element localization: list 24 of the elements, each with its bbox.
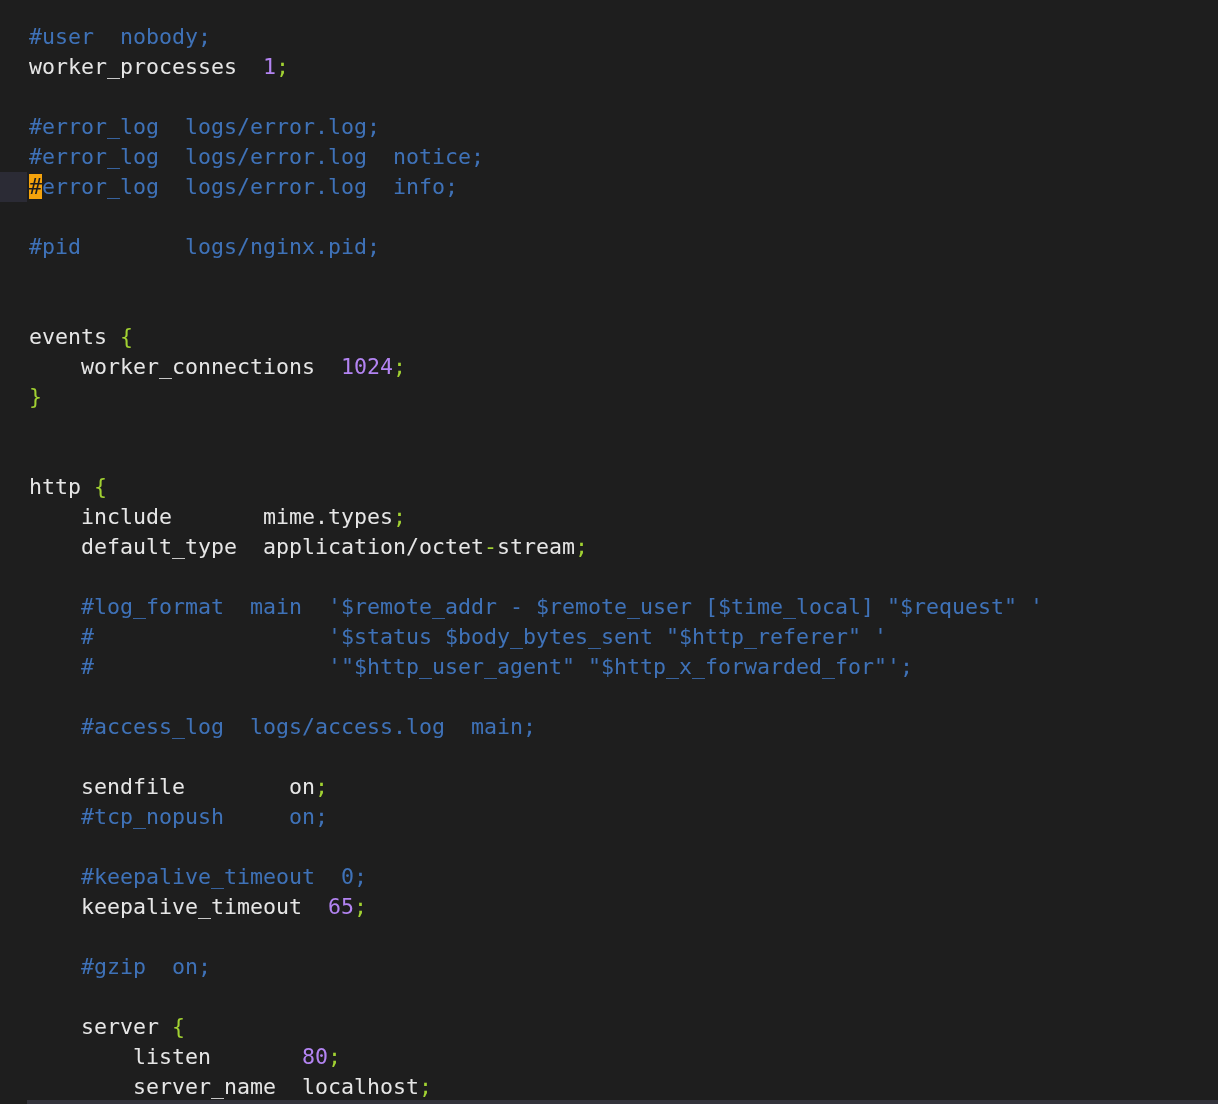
code-line: } xyxy=(29,383,42,411)
code-line: #error_log logs/error.log info; xyxy=(29,173,459,201)
code-line: server_name localhost; xyxy=(132,1073,433,1101)
code-line: default_type application/octet-stream; xyxy=(80,533,589,561)
code-line: # '$status $body_bytes_sent "$http_referer" ' xyxy=(80,623,888,651)
code-line: worker_connections 1024; xyxy=(80,353,407,381)
code-line: listen 80; xyxy=(132,1043,342,1071)
code-line: #tcp_nopush on; xyxy=(80,803,328,831)
code-line: #error_log logs/error.log; xyxy=(29,113,380,141)
code-line: include mime.types; xyxy=(80,503,407,531)
code-line: #log_format main '$remote_addr - $remote_user [$time_local] "$request" ' xyxy=(80,593,1044,621)
code-line: sendfile on; xyxy=(80,773,329,801)
code-line: #error_log logs/error.log notice; xyxy=(29,143,485,171)
code-line: #keepalive_timeout 0; xyxy=(80,863,367,891)
code-line: # '"$http_user_agent" "$http_x_forwarded_for"'; xyxy=(80,653,914,681)
code-line: #user nobody; xyxy=(29,23,211,51)
code-line: #access_log logs/access.log main; xyxy=(80,713,537,741)
code-line: events { xyxy=(29,323,134,351)
code-line: #gzip on; xyxy=(80,953,211,981)
code-line: http { xyxy=(29,473,108,501)
code-line: worker_processes 1; xyxy=(29,53,290,81)
code-line: keepalive_timeout 65; xyxy=(80,893,368,921)
code-line: server { xyxy=(80,1013,186,1041)
code-line: #pid logs/nginx.pid; xyxy=(29,233,380,261)
